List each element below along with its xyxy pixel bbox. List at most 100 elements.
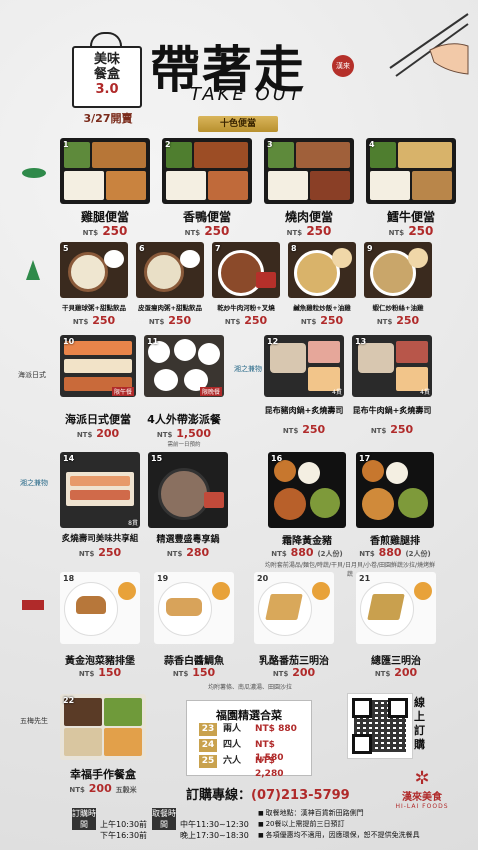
- item-price: NT$ 150: [78, 666, 122, 679]
- hotline-label: 訂購專線：: [186, 788, 252, 803]
- restaurant-figure-icon: [26, 260, 40, 280]
- combo-option[interactable]: 23 兩人 NT$ 880: [199, 723, 299, 736]
- item-price: NT$ 280: [166, 546, 210, 559]
- item-number: 13: [355, 337, 367, 346]
- item-tag: 限晚餐: [199, 387, 222, 396]
- qr-finder: [352, 698, 372, 718]
- restaurant-logo: [18, 258, 48, 284]
- qr-finder: [388, 698, 408, 718]
- item-name: 海派日式便當: [65, 413, 131, 426]
- item-price: NT$ 250: [184, 224, 230, 238]
- order-hotline[interactable]: 訂購專線：(07)213-5799: [186, 784, 350, 803]
- order-notes: 取餐地點：漢神百貨新田路側門 20餐以上需提前三日預訂 各項優惠均不適用，因應環…: [258, 808, 468, 841]
- item-number: 7: [215, 244, 221, 253]
- item-name: 鱈牛便當: [386, 210, 435, 224]
- item-tag: 8貫: [128, 520, 138, 527]
- item-price: NT$ 200 五穀米: [69, 782, 137, 795]
- item-name: 霜降黃金豬: [282, 536, 332, 547]
- combo-number: 24: [199, 739, 217, 752]
- combo-number: 25: [199, 755, 217, 768]
- restaurant-logo: 五梅先生: [20, 717, 48, 725]
- menu-card-20[interactable]: 20 乳酪番茄三明治 NT$ 200: [254, 572, 334, 682]
- combo-price: NT$ 2,280: [255, 756, 284, 779]
- menu-card-5[interactable]: 5 干貝雞球粥+甜點飲品 NT$ 250: [60, 242, 128, 332]
- menu-card-17[interactable]: 17 香煎雞腿排 NT$ 880 (2人份): [356, 452, 434, 562]
- order-qr-code[interactable]: [348, 694, 412, 758]
- category-ribbon: 十色便當: [198, 116, 278, 132]
- item-tag: 4貫: [420, 389, 430, 396]
- menu-card-8[interactable]: 8 鹹魚雞粒炒飯+油雞 NT$ 250: [288, 242, 356, 332]
- menu-card-13[interactable]: 13 4貫 昆布牛肉鍋+炙燒壽司 NT$ 250: [352, 335, 432, 445]
- brand-name: 漢來美食: [402, 792, 442, 803]
- piano-icon: [22, 600, 44, 610]
- item-name: 精選豐盛粵享鍋: [156, 535, 220, 545]
- combo-number: 23: [199, 723, 217, 736]
- bento-photo: [366, 138, 456, 204]
- item-number: 15: [151, 454, 163, 463]
- item-price: NT$ 250: [286, 224, 332, 238]
- menu-poster: 美味 餐盒 3.0 3/27開賣 帶著走 TAKE OUT 漢來 十色便當 1 …: [0, 0, 478, 850]
- order-hours-label: 訂購時間: [72, 808, 96, 830]
- rice-photo: [288, 242, 356, 298]
- restaurant-logo: 海派日式: [18, 371, 46, 379]
- item-number: 20: [257, 574, 269, 583]
- menu-card-18[interactable]: 18 黃金泡菜豬排堡 NT$ 150: [60, 572, 140, 682]
- menu-card-10[interactable]: 10 限午餐 海派日式便當 NT$ 200: [60, 335, 136, 445]
- menu-card-6[interactable]: 6 皮蛋瘦肉粥+甜點飲品 NT$ 250: [136, 242, 204, 332]
- note-item: 20餐以上需提前三日預訂: [258, 819, 468, 830]
- combo-title: 福園精選合菜: [216, 709, 282, 722]
- menu-card-16[interactable]: 16 霜降黃金豬 NT$ 880 (2人份): [268, 452, 346, 562]
- pickup-hours-eve: 晚上17:30~18:30: [180, 831, 249, 840]
- item-name: 幸福手作餐盒: [70, 768, 136, 781]
- menu-card-14[interactable]: 14 8貫 炙燒壽司美味共享組 NT$ 250: [60, 452, 140, 562]
- item-price: NT$ 250: [388, 224, 434, 238]
- combo-label: 六人: [223, 756, 242, 766]
- item-number: 17: [359, 454, 371, 463]
- menu-card-15[interactable]: 15 精選豐盛粵享鍋 NT$ 280: [148, 452, 228, 562]
- bag-line3: 3.0: [95, 82, 119, 97]
- order-hours: 訂購時間上午10:30前 .下午16:30前: [72, 808, 147, 841]
- combo-menu-box: 福園精選合菜 23 兩人 NT$ 880 24 四人 NT$ 1,580 25 …: [186, 700, 312, 779]
- menu-card-4[interactable]: 4 鱈牛便當 NT$ 250: [366, 138, 456, 240]
- item-price: NT$ 250: [370, 423, 414, 436]
- menu-card-7[interactable]: 7 乾炒牛肉河粉+叉燒 NT$ 250: [212, 242, 280, 332]
- qr-finder: [352, 734, 372, 754]
- item-name: 總匯三明治: [371, 656, 421, 667]
- menu-card-11[interactable]: 11 限晚餐 4人外帶澎派餐 NT$ 1,500 需前一日預約: [144, 335, 224, 448]
- bag-text: 美味 餐盒 3.0: [72, 52, 142, 97]
- item-price: NT$ 250: [300, 314, 344, 327]
- restaurant-leaf-icon: [22, 168, 46, 178]
- item-name: 蒜香白醬鯛魚: [164, 656, 224, 667]
- item-price: NT$ 250: [224, 314, 268, 327]
- bento-photo: [264, 138, 354, 204]
- item-tag: 限午餐: [111, 387, 134, 396]
- combo-option[interactable]: 24 四人 NT$ 1,580: [199, 739, 299, 763]
- sushi-share-photo: [60, 452, 140, 528]
- item-price: NT$ 150: [172, 666, 216, 679]
- item-price: NT$ 200: [374, 666, 418, 679]
- chicken-set-photo: [356, 452, 434, 528]
- item-note: 需前一日預約: [167, 442, 201, 448]
- menu-card-9[interactable]: 9 蝦仁炒粉絲+油雞 NT$ 250: [364, 242, 432, 332]
- restaurant-logo: 湘之兼物: [234, 365, 262, 373]
- item-name: 炙燒壽司美味共享組: [61, 534, 139, 544]
- menu-card-2[interactable]: 2 香鴨便當 NT$ 250: [162, 138, 252, 240]
- item-number: 6: [139, 244, 145, 253]
- order-online-label: 線上訂購: [414, 696, 425, 751]
- restaurant-logo: [14, 166, 54, 182]
- menu-card-12[interactable]: 12 4貫 昆布豬肉鍋+炙燒壽司 NT$ 250: [264, 335, 344, 445]
- menu-card-22[interactable]: 22 幸福手作餐盒 NT$ 200 五穀米: [60, 694, 146, 800]
- item-name: 蝦仁炒粉絲+油雞: [372, 304, 424, 312]
- menu-card-1[interactable]: 1 雞腿便當 NT$ 250: [60, 138, 150, 240]
- combo-option[interactable]: 25 六人 NT$ 2,280: [199, 755, 299, 779]
- item-number: 21: [359, 574, 371, 583]
- item-name: 鹹魚雞粒炒飯+油雞: [293, 304, 351, 312]
- menu-card-19[interactable]: 19 蒜香白醬鯛魚 NT$ 150: [154, 572, 234, 682]
- item-price: NT$ 880 (2人份): [359, 546, 431, 559]
- pickup-hours-noon: 中午11:30~12:30: [180, 820, 249, 829]
- menu-card-21[interactable]: 21 總匯三明治 NT$ 200: [356, 572, 436, 682]
- noodle-photo: [212, 242, 280, 298]
- menu-card-3[interactable]: 3 燒肉便當 NT$ 250: [264, 138, 354, 240]
- item-name: 昆布牛肉鍋+炙燒壽司: [352, 406, 432, 415]
- brand-mark-icon: ✲: [414, 768, 430, 789]
